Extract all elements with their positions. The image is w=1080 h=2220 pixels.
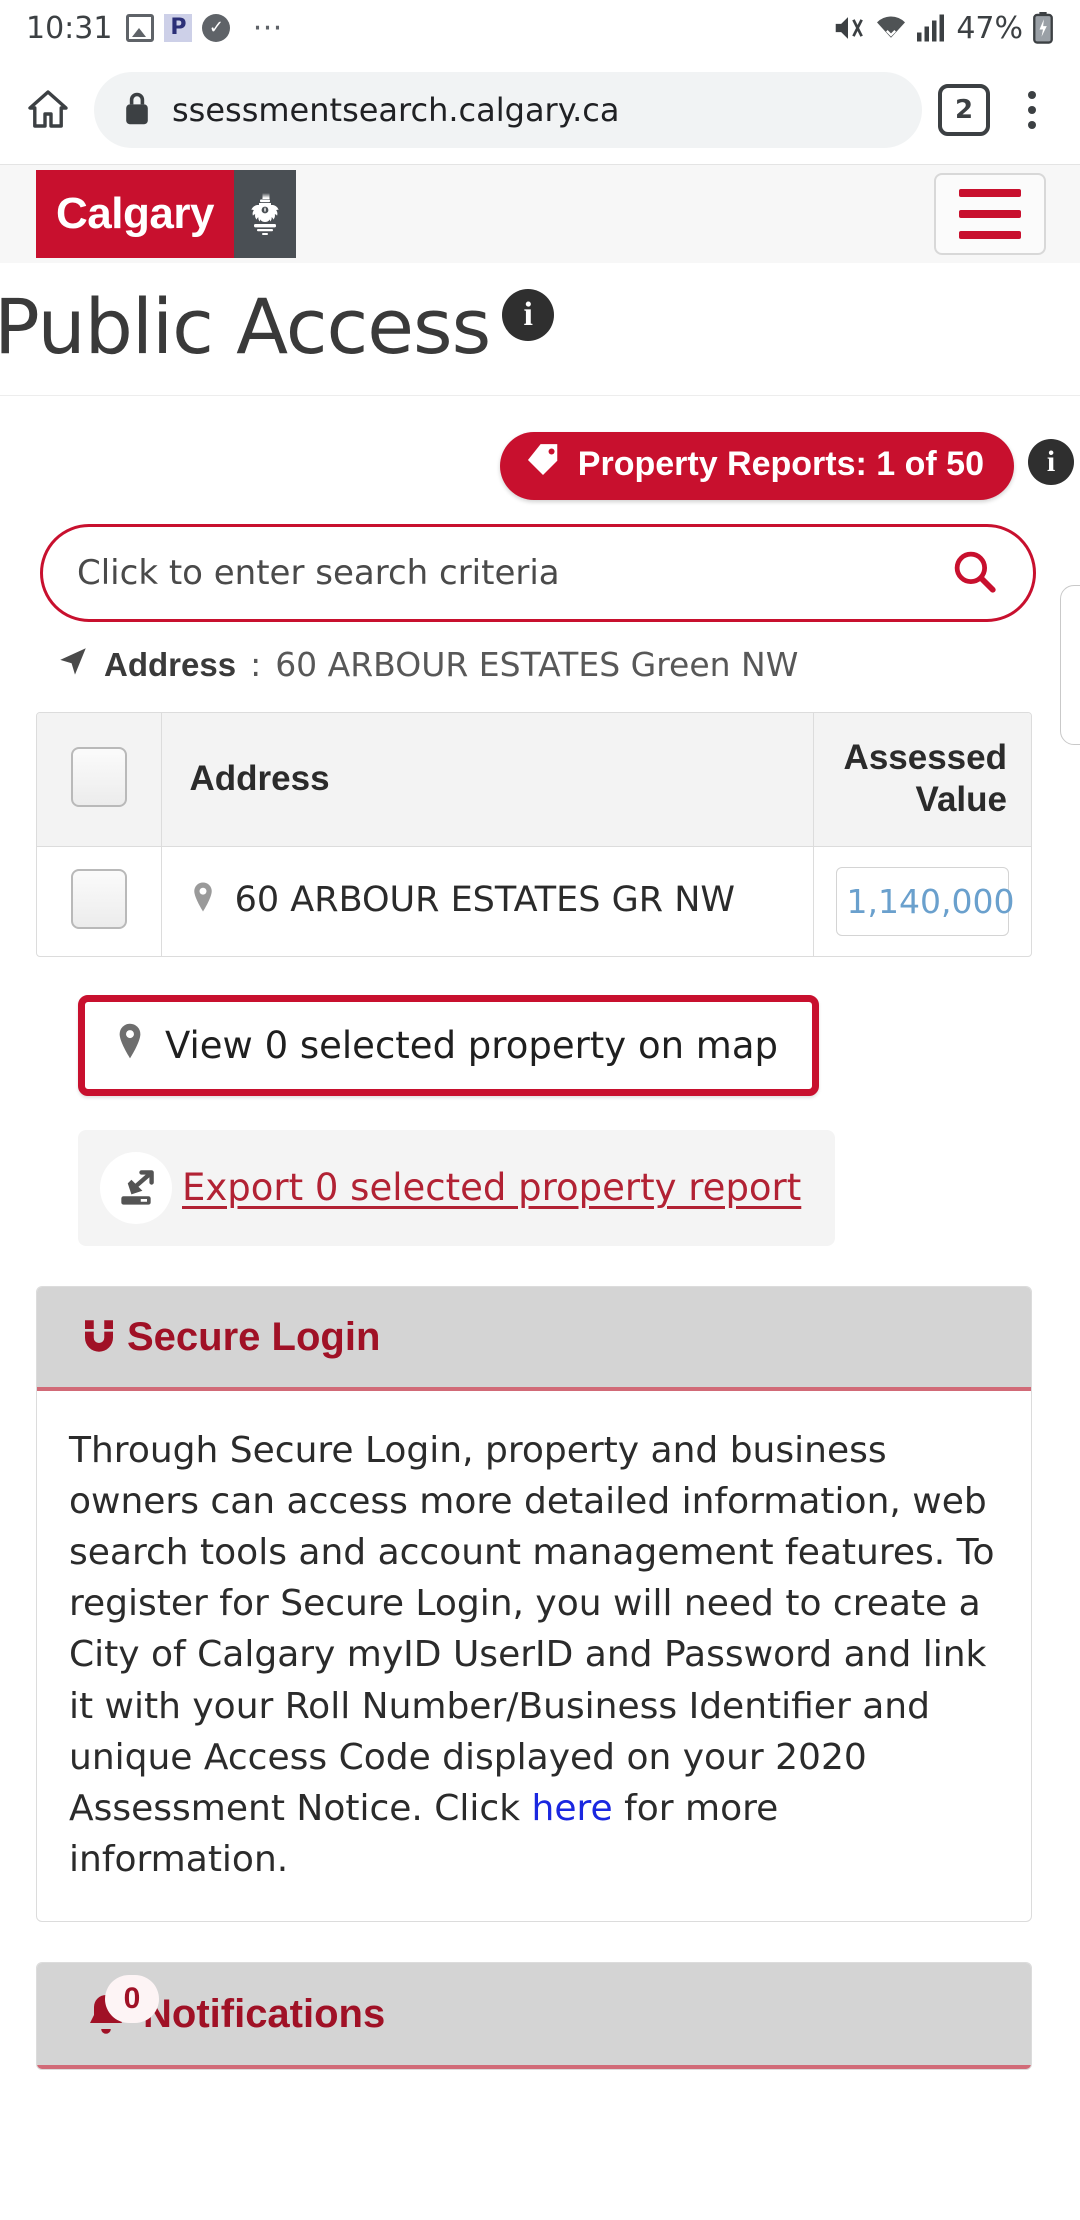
tab-switcher-button[interactable]: 2 xyxy=(938,84,990,136)
home-icon[interactable] xyxy=(20,82,76,138)
battery-charging-icon xyxy=(1032,12,1054,44)
android-status-bar: 10:31 P ✓ ⋯ 47% xyxy=(0,0,1080,56)
calgary-logo[interactable]: Calgary xyxy=(36,170,296,258)
row-select-cell xyxy=(37,846,162,956)
column-header-address[interactable]: Address xyxy=(161,712,814,847)
property-reports-label: Property Reports: 1 of 50 xyxy=(577,444,984,483)
row-address-cell[interactable]: 60 ARBOUR ESTATES GR NW xyxy=(161,846,814,956)
secure-login-body: Through Secure Login, property and busin… xyxy=(37,1391,1031,1921)
search-input[interactable]: Click to enter search criteria xyxy=(40,523,1036,622)
table-row: 60 ARBOUR ESTATES GR NW 1,140,000 xyxy=(37,846,1031,956)
tab-count: 2 xyxy=(954,95,974,125)
url-bar[interactable]: ssessmentsearch.calgary.ca xyxy=(94,72,922,148)
secure-login-text-before: Through Secure Login, property and busin… xyxy=(69,1429,995,1829)
info-icon[interactable]: i xyxy=(1028,438,1074,485)
property-reports-badge: Property Reports: 1 of 50 xyxy=(499,431,1014,500)
status-bar-system-icons: 47% xyxy=(831,11,1054,46)
webpage-viewport: Calgary Public Access i Property Reports… xyxy=(0,164,1080,2220)
breadcrumb-separator: : xyxy=(250,645,262,685)
search-placeholder: Click to enter search criteria xyxy=(77,552,560,593)
view-on-map-button[interactable]: View 0 selected property on map xyxy=(78,994,820,1096)
notifications-title: Notifications xyxy=(143,1992,386,2037)
logo-wordmark: Calgary xyxy=(36,170,234,258)
export-icon xyxy=(100,1151,172,1224)
property-reports-row: Property Reports: 1 of 50 i xyxy=(0,396,1080,500)
export-container[interactable]: Export 0 selected property report xyxy=(78,1129,836,1246)
select-all-header xyxy=(37,712,162,847)
column-header-assessed-value[interactable]: Assessed Value xyxy=(813,712,1031,847)
table-header-row: Address Assessed Value xyxy=(37,712,1031,847)
results-table: Address Assessed Value 60 ARBOUR ESTATES… xyxy=(36,711,1032,957)
status-bar-notification-icons: P ✓ ⋯ xyxy=(126,10,285,45)
more-vertical-icon[interactable] xyxy=(1006,82,1058,138)
tag-icon xyxy=(524,441,562,488)
row-assessed-value-cell: 1,140,000 xyxy=(813,846,1031,955)
photo-icon xyxy=(126,14,155,42)
magnet-icon xyxy=(77,1315,121,1361)
export-report-link[interactable]: Export 0 selected property report xyxy=(182,1166,801,1209)
map-pin-icon xyxy=(115,1022,145,1069)
check-circle-icon: ✓ xyxy=(202,14,231,42)
navigation-arrow-icon xyxy=(56,644,90,686)
mute-vibrate-icon xyxy=(831,13,865,43)
breadcrumb-value: 60 ARBOUR ESTATES Green NW xyxy=(275,645,799,685)
lock-icon xyxy=(122,90,152,130)
side-edge-panel xyxy=(1060,585,1080,745)
search-icon[interactable] xyxy=(949,546,999,600)
notifications-header[interactable]: 0 Notifications xyxy=(37,1962,1031,2069)
page-title-row: Public Access i xyxy=(0,263,1080,396)
logo-text: Calgary xyxy=(56,189,214,238)
notifications-panel: 0 Notifications xyxy=(36,1961,1032,2070)
wifi-icon xyxy=(874,14,908,42)
map-button-row: View 0 selected property on map xyxy=(0,957,1080,1096)
secure-login-title: Secure Login xyxy=(127,1315,381,1360)
signal-bars-icon xyxy=(917,14,947,42)
view-on-map-label: View 0 selected property on map xyxy=(165,1023,779,1067)
page-title: Public Access xyxy=(0,282,491,371)
map-pin-icon xyxy=(190,882,227,922)
search-section: Click to enter search criteria xyxy=(0,500,1080,622)
row-checkbox[interactable] xyxy=(70,869,127,930)
bell-icon: 0 xyxy=(81,1974,159,2039)
parking-p-icon: P xyxy=(164,14,193,42)
breadcrumb-label: Address xyxy=(104,645,237,683)
secure-login-header: Secure Login xyxy=(37,1286,1031,1391)
notification-count-badge: 0 xyxy=(105,1974,159,2023)
url-text: ssessmentsearch.calgary.ca xyxy=(172,91,620,129)
overflow-dots-icon: ⋯ xyxy=(252,10,285,45)
assessed-value[interactable]: 1,140,000 xyxy=(835,866,1014,936)
battery-percent-label: 47% xyxy=(956,10,1023,46)
breadcrumb: Address : 60 ARBOUR ESTATES Green NW xyxy=(0,622,1080,686)
export-row: Export 0 selected property report xyxy=(0,1096,1080,1246)
select-all-checkbox[interactable] xyxy=(70,747,127,808)
site-header: Calgary xyxy=(0,165,1080,263)
hamburger-icon[interactable] xyxy=(934,173,1046,255)
info-icon[interactable]: i xyxy=(502,289,555,341)
secure-login-panel: Secure Login Through Secure Login, prope… xyxy=(36,1285,1032,1922)
row-address-text: 60 ARBOUR ESTATES GR NW xyxy=(234,880,735,921)
calgary-crest-icon xyxy=(234,170,296,258)
secure-login-here-link[interactable]: here xyxy=(532,1788,613,1829)
status-bar-clock: 10:31 xyxy=(26,10,113,46)
browser-toolbar: ssessmentsearch.calgary.ca 2 xyxy=(0,56,1080,164)
